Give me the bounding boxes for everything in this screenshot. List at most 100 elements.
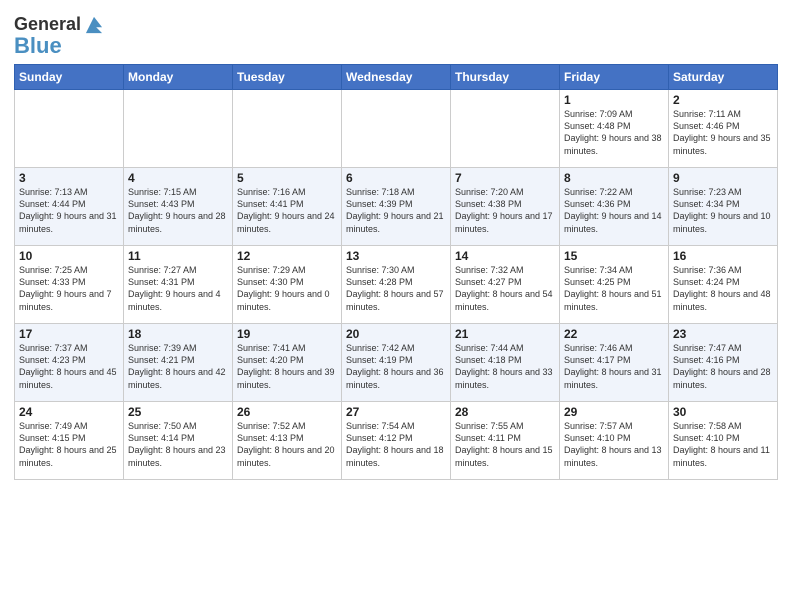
day-info: Sunrise: 7:49 AM Sunset: 4:15 PM Dayligh… bbox=[19, 420, 119, 469]
calendar-cell: 28Sunrise: 7:55 AM Sunset: 4:11 PM Dayli… bbox=[451, 402, 560, 480]
day-number: 9 bbox=[673, 171, 773, 185]
calendar-cell bbox=[233, 90, 342, 168]
logo-icon bbox=[83, 14, 105, 36]
day-info: Sunrise: 7:13 AM Sunset: 4:44 PM Dayligh… bbox=[19, 186, 119, 235]
day-info: Sunrise: 7:32 AM Sunset: 4:27 PM Dayligh… bbox=[455, 264, 555, 313]
day-number: 7 bbox=[455, 171, 555, 185]
calendar-cell bbox=[342, 90, 451, 168]
day-info: Sunrise: 7:47 AM Sunset: 4:16 PM Dayligh… bbox=[673, 342, 773, 391]
calendar-cell bbox=[15, 90, 124, 168]
day-info: Sunrise: 7:44 AM Sunset: 4:18 PM Dayligh… bbox=[455, 342, 555, 391]
calendar-cell: 16Sunrise: 7:36 AM Sunset: 4:24 PM Dayli… bbox=[669, 246, 778, 324]
calendar-cell: 15Sunrise: 7:34 AM Sunset: 4:25 PM Dayli… bbox=[560, 246, 669, 324]
day-info: Sunrise: 7:23 AM Sunset: 4:34 PM Dayligh… bbox=[673, 186, 773, 235]
day-info: Sunrise: 7:20 AM Sunset: 4:38 PM Dayligh… bbox=[455, 186, 555, 235]
day-info: Sunrise: 7:30 AM Sunset: 4:28 PM Dayligh… bbox=[346, 264, 446, 313]
header: General Blue bbox=[14, 10, 778, 58]
day-info: Sunrise: 7:58 AM Sunset: 4:10 PM Dayligh… bbox=[673, 420, 773, 469]
weekday-sunday: Sunday bbox=[15, 65, 124, 90]
logo-text-general: General bbox=[14, 15, 81, 35]
day-info: Sunrise: 7:11 AM Sunset: 4:46 PM Dayligh… bbox=[673, 108, 773, 157]
weekday-monday: Monday bbox=[124, 65, 233, 90]
calendar-cell bbox=[451, 90, 560, 168]
week-row-2: 3Sunrise: 7:13 AM Sunset: 4:44 PM Daylig… bbox=[15, 168, 778, 246]
page: General Blue SundayMondayTuesdayWednesda… bbox=[0, 0, 792, 612]
calendar-cell: 12Sunrise: 7:29 AM Sunset: 4:30 PM Dayli… bbox=[233, 246, 342, 324]
day-number: 14 bbox=[455, 249, 555, 263]
calendar-cell: 27Sunrise: 7:54 AM Sunset: 4:12 PM Dayli… bbox=[342, 402, 451, 480]
day-number: 6 bbox=[346, 171, 446, 185]
calendar-cell: 13Sunrise: 7:30 AM Sunset: 4:28 PM Dayli… bbox=[342, 246, 451, 324]
week-row-4: 17Sunrise: 7:37 AM Sunset: 4:23 PM Dayli… bbox=[15, 324, 778, 402]
calendar-cell: 5Sunrise: 7:16 AM Sunset: 4:41 PM Daylig… bbox=[233, 168, 342, 246]
day-number: 1 bbox=[564, 93, 664, 107]
day-number: 21 bbox=[455, 327, 555, 341]
day-number: 30 bbox=[673, 405, 773, 419]
weekday-tuesday: Tuesday bbox=[233, 65, 342, 90]
calendar-table: SundayMondayTuesdayWednesdayThursdayFrid… bbox=[14, 64, 778, 480]
day-number: 23 bbox=[673, 327, 773, 341]
calendar-cell: 29Sunrise: 7:57 AM Sunset: 4:10 PM Dayli… bbox=[560, 402, 669, 480]
day-number: 11 bbox=[128, 249, 228, 263]
day-number: 13 bbox=[346, 249, 446, 263]
calendar-cell: 23Sunrise: 7:47 AM Sunset: 4:16 PM Dayli… bbox=[669, 324, 778, 402]
day-number: 10 bbox=[19, 249, 119, 263]
day-info: Sunrise: 7:15 AM Sunset: 4:43 PM Dayligh… bbox=[128, 186, 228, 235]
day-info: Sunrise: 7:46 AM Sunset: 4:17 PM Dayligh… bbox=[564, 342, 664, 391]
calendar-cell: 1Sunrise: 7:09 AM Sunset: 4:48 PM Daylig… bbox=[560, 90, 669, 168]
day-number: 15 bbox=[564, 249, 664, 263]
day-info: Sunrise: 7:52 AM Sunset: 4:13 PM Dayligh… bbox=[237, 420, 337, 469]
day-info: Sunrise: 7:16 AM Sunset: 4:41 PM Dayligh… bbox=[237, 186, 337, 235]
day-info: Sunrise: 7:57 AM Sunset: 4:10 PM Dayligh… bbox=[564, 420, 664, 469]
day-info: Sunrise: 7:41 AM Sunset: 4:20 PM Dayligh… bbox=[237, 342, 337, 391]
calendar-cell: 9Sunrise: 7:23 AM Sunset: 4:34 PM Daylig… bbox=[669, 168, 778, 246]
weekday-friday: Friday bbox=[560, 65, 669, 90]
calendar-cell: 4Sunrise: 7:15 AM Sunset: 4:43 PM Daylig… bbox=[124, 168, 233, 246]
day-number: 27 bbox=[346, 405, 446, 419]
day-info: Sunrise: 7:36 AM Sunset: 4:24 PM Dayligh… bbox=[673, 264, 773, 313]
weekday-header-row: SundayMondayTuesdayWednesdayThursdayFrid… bbox=[15, 65, 778, 90]
day-number: 25 bbox=[128, 405, 228, 419]
calendar-cell: 3Sunrise: 7:13 AM Sunset: 4:44 PM Daylig… bbox=[15, 168, 124, 246]
day-number: 17 bbox=[19, 327, 119, 341]
calendar-cell: 6Sunrise: 7:18 AM Sunset: 4:39 PM Daylig… bbox=[342, 168, 451, 246]
day-number: 8 bbox=[564, 171, 664, 185]
calendar-cell: 26Sunrise: 7:52 AM Sunset: 4:13 PM Dayli… bbox=[233, 402, 342, 480]
calendar-cell: 24Sunrise: 7:49 AM Sunset: 4:15 PM Dayli… bbox=[15, 402, 124, 480]
day-number: 12 bbox=[237, 249, 337, 263]
weekday-thursday: Thursday bbox=[451, 65, 560, 90]
logo: General Blue bbox=[14, 14, 105, 58]
day-info: Sunrise: 7:42 AM Sunset: 4:19 PM Dayligh… bbox=[346, 342, 446, 391]
calendar-cell bbox=[124, 90, 233, 168]
day-number: 2 bbox=[673, 93, 773, 107]
calendar-cell: 22Sunrise: 7:46 AM Sunset: 4:17 PM Dayli… bbox=[560, 324, 669, 402]
calendar-cell: 25Sunrise: 7:50 AM Sunset: 4:14 PM Dayli… bbox=[124, 402, 233, 480]
calendar-cell: 21Sunrise: 7:44 AM Sunset: 4:18 PM Dayli… bbox=[451, 324, 560, 402]
day-info: Sunrise: 7:29 AM Sunset: 4:30 PM Dayligh… bbox=[237, 264, 337, 313]
day-info: Sunrise: 7:55 AM Sunset: 4:11 PM Dayligh… bbox=[455, 420, 555, 469]
day-number: 28 bbox=[455, 405, 555, 419]
day-info: Sunrise: 7:27 AM Sunset: 4:31 PM Dayligh… bbox=[128, 264, 228, 313]
day-number: 26 bbox=[237, 405, 337, 419]
day-info: Sunrise: 7:34 AM Sunset: 4:25 PM Dayligh… bbox=[564, 264, 664, 313]
day-number: 20 bbox=[346, 327, 446, 341]
day-info: Sunrise: 7:25 AM Sunset: 4:33 PM Dayligh… bbox=[19, 264, 119, 313]
calendar-cell: 17Sunrise: 7:37 AM Sunset: 4:23 PM Dayli… bbox=[15, 324, 124, 402]
logo-text-blue: Blue bbox=[14, 34, 62, 58]
day-info: Sunrise: 7:18 AM Sunset: 4:39 PM Dayligh… bbox=[346, 186, 446, 235]
day-info: Sunrise: 7:39 AM Sunset: 4:21 PM Dayligh… bbox=[128, 342, 228, 391]
week-row-3: 10Sunrise: 7:25 AM Sunset: 4:33 PM Dayli… bbox=[15, 246, 778, 324]
day-info: Sunrise: 7:22 AM Sunset: 4:36 PM Dayligh… bbox=[564, 186, 664, 235]
week-row-5: 24Sunrise: 7:49 AM Sunset: 4:15 PM Dayli… bbox=[15, 402, 778, 480]
calendar-cell: 11Sunrise: 7:27 AM Sunset: 4:31 PM Dayli… bbox=[124, 246, 233, 324]
calendar-cell: 8Sunrise: 7:22 AM Sunset: 4:36 PM Daylig… bbox=[560, 168, 669, 246]
day-number: 3 bbox=[19, 171, 119, 185]
weekday-wednesday: Wednesday bbox=[342, 65, 451, 90]
day-number: 16 bbox=[673, 249, 773, 263]
day-number: 22 bbox=[564, 327, 664, 341]
day-number: 18 bbox=[128, 327, 228, 341]
calendar-cell: 20Sunrise: 7:42 AM Sunset: 4:19 PM Dayli… bbox=[342, 324, 451, 402]
calendar-cell: 30Sunrise: 7:58 AM Sunset: 4:10 PM Dayli… bbox=[669, 402, 778, 480]
day-number: 24 bbox=[19, 405, 119, 419]
weekday-saturday: Saturday bbox=[669, 65, 778, 90]
